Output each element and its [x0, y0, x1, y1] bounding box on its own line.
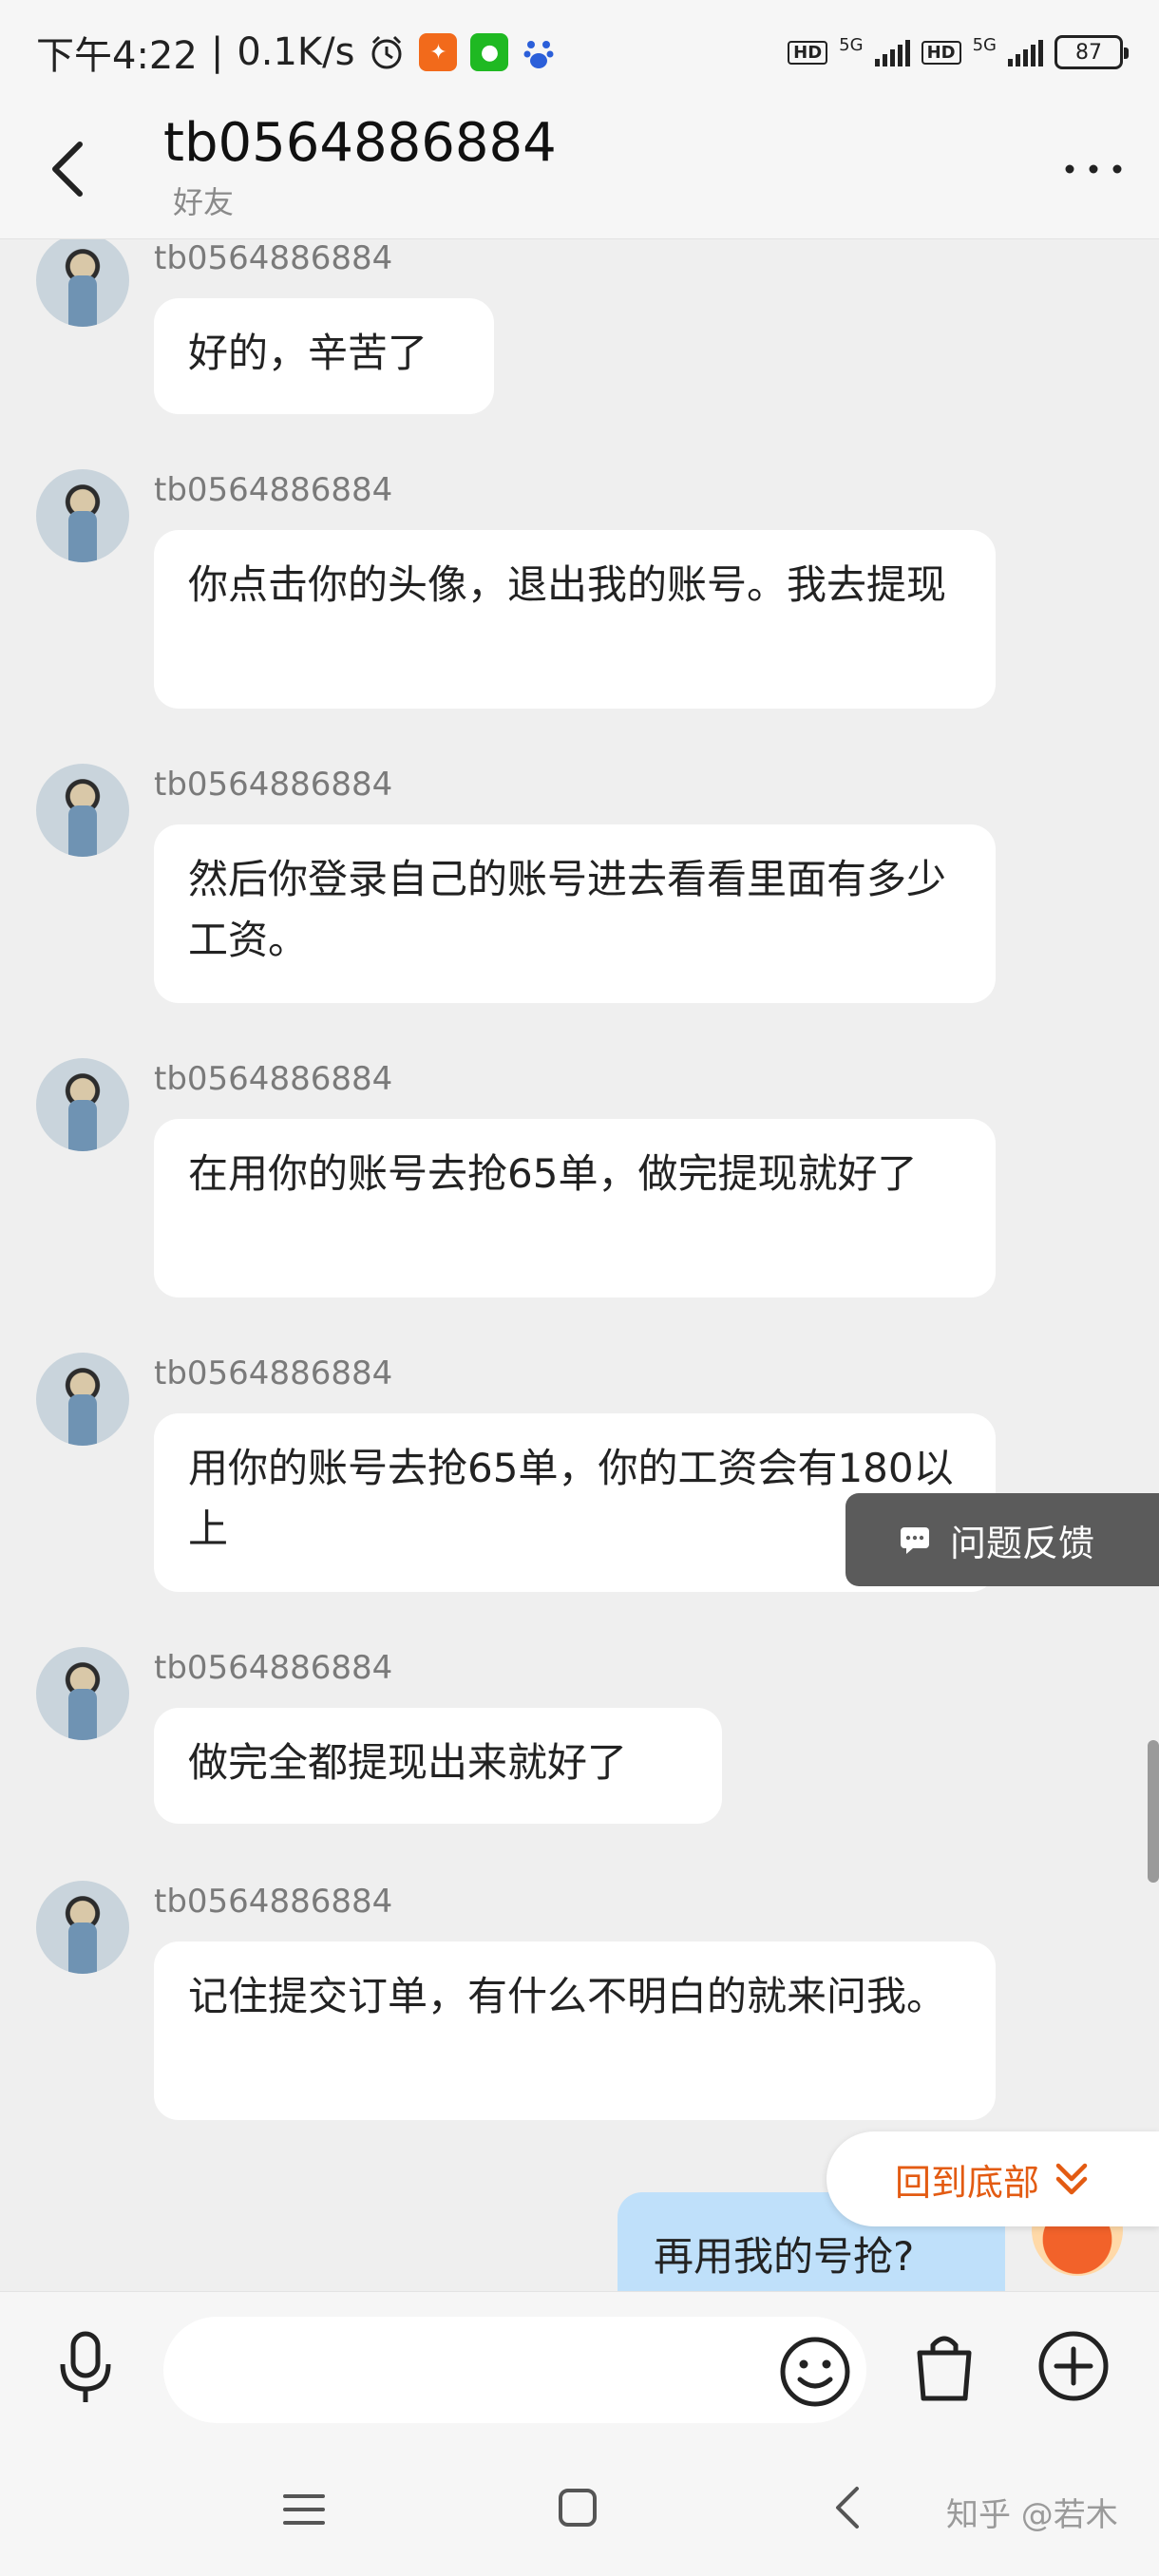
sender-name: tb0564886884 [154, 471, 393, 509]
message-bubble[interactable]: 记住提交订单，有什么不明白的就来问我。 [154, 1941, 996, 2120]
microphone-icon[interactable] [49, 2330, 122, 2406]
system-back-icon[interactable] [828, 2481, 866, 2534]
shopping-bag-icon[interactable] [910, 2328, 978, 2404]
emoji-icon[interactable] [777, 2334, 853, 2410]
back-arrow-icon[interactable] [38, 131, 95, 207]
chat-bubble-icon [901, 1527, 929, 1554]
hd-badge-1: HD [788, 40, 828, 65]
status-time: 下午4:22 [36, 34, 198, 78]
hd-badge-2: HD [921, 40, 961, 65]
sender-name: tb0564886884 [154, 1354, 393, 1392]
wechat-icon: ● [470, 33, 509, 71]
feedback-button[interactable]: 问题反馈 [846, 1493, 1159, 1586]
plus-icon[interactable] [1036, 2328, 1112, 2404]
chat-title: tb0564886884 [163, 112, 557, 174]
app-notification-icon: ✦ [419, 33, 458, 71]
message-bubble[interactable]: 然后你登录自己的账号进去看看里面有多少工资。 [154, 824, 996, 1003]
chat-list[interactable]: tb0564886884 好的，辛苦了 tb0564886884 你点击你的头像… [0, 239, 1159, 2291]
more-options-icon[interactable] [1060, 150, 1127, 188]
status-bar: 下午4:22 | 0.1K/s ✦ ● HD 5G HD 5G 87 [0, 0, 1159, 104]
sender-name: tb0564886884 [154, 1649, 393, 1687]
system-nav-bar: 知乎 @若木 [0, 2441, 1159, 2576]
battery-level: 87 [1075, 40, 1102, 65]
sender-name: tb0564886884 [154, 1060, 393, 1098]
network-type-1: 5G [839, 35, 864, 55]
contact-avatar[interactable] [36, 469, 129, 562]
contact-avatar[interactable] [36, 1881, 129, 1974]
alarm-icon [371, 35, 402, 69]
chat-header: tb0564886884 好友 [0, 104, 1159, 239]
scrollbar-thumb[interactable] [1148, 1740, 1159, 1883]
contact-avatar[interactable] [36, 1058, 129, 1151]
sender-name: tb0564886884 [154, 766, 393, 804]
home-icon[interactable] [555, 2485, 600, 2530]
status-speed: 0.1K/s [237, 30, 355, 74]
contact-avatar[interactable] [36, 764, 129, 857]
battery-icon: 87 [1054, 35, 1129, 69]
back-to-bottom-label: 回到底部 [895, 2161, 1040, 2204]
signal-icon-2 [1008, 38, 1043, 66]
network-type-2: 5G [972, 35, 997, 55]
contact-avatar[interactable] [36, 239, 129, 327]
message-bubble[interactable]: 你点击你的头像，退出我的账号。我去提现 [154, 530, 996, 709]
recent-apps-icon[interactable] [281, 2491, 327, 2529]
back-to-bottom-button[interactable]: 回到底部 [826, 2131, 1159, 2226]
sender-name: tb0564886884 [154, 239, 393, 277]
signal-icon-1 [874, 38, 910, 66]
chat-subtitle: 好友 [173, 184, 235, 220]
baidu-icon [523, 41, 554, 68]
message-bubble[interactable]: 在用你的账号去抢65单，做完提现就好了 [154, 1119, 996, 1297]
watermark: 知乎 @若木 [946, 2496, 1118, 2534]
contact-avatar[interactable] [36, 1353, 129, 1446]
double-chevron-down-icon [1055, 2163, 1088, 2195]
feedback-label: 问题反馈 [950, 1522, 1095, 1564]
message-bubble[interactable]: 做完全都提现出来就好了 [154, 1708, 722, 1824]
message-input[interactable] [163, 2317, 866, 2423]
status-divider: | [210, 30, 224, 74]
sender-name: tb0564886884 [154, 1883, 393, 1921]
message-bubble[interactable]: 好的，辛苦了 [154, 298, 494, 414]
input-bar [0, 2291, 1159, 2441]
contact-avatar[interactable] [36, 1647, 129, 1740]
